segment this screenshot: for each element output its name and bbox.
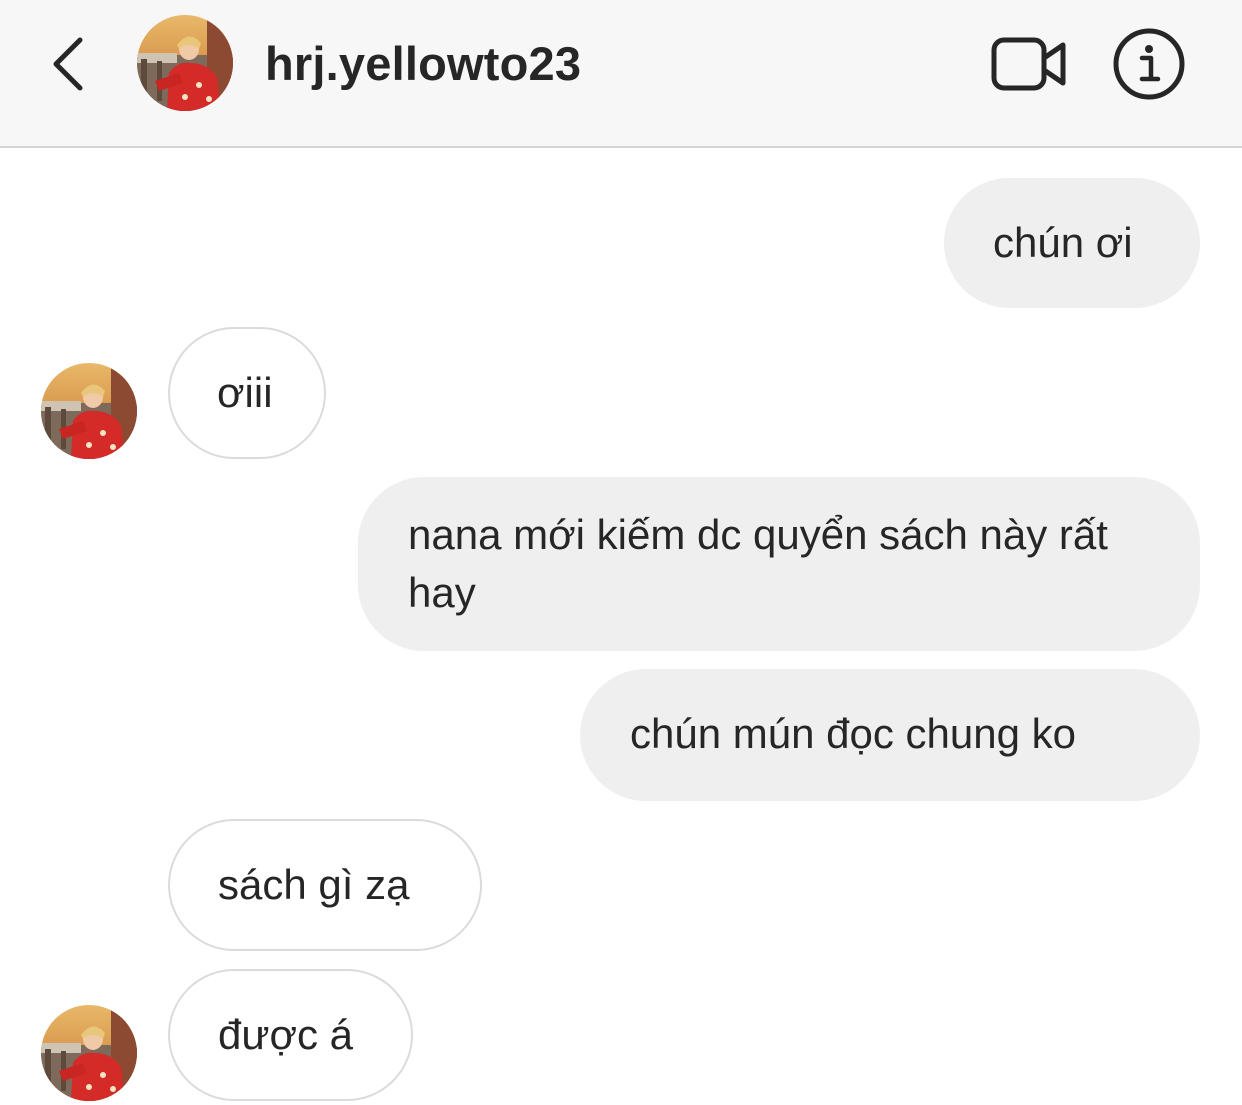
avatar[interactable] <box>137 15 233 111</box>
message-text: chún ơi <box>993 219 1133 266</box>
incoming-message-bubble[interactable]: ơiii <box>168 327 326 459</box>
message-text: ơiii <box>217 369 273 416</box>
video-camera-icon <box>991 37 1066 91</box>
message-text: sách gì zạ <box>218 861 410 908</box>
outgoing-message-bubble[interactable]: nana mới kiếm dc quyển sách này rất hay <box>358 477 1200 651</box>
sender-avatar[interactable] <box>41 363 137 459</box>
chevron-left-icon <box>53 37 83 91</box>
info-button[interactable] <box>1112 27 1186 101</box>
message-text: nana mới kiếm dc quyển sách này rất hay <box>408 511 1108 616</box>
outgoing-message-bubble[interactable]: chún mún đọc chung ko <box>580 669 1200 801</box>
chat-username[interactable]: hrj.yellowto23 <box>265 36 581 92</box>
incoming-message-bubble[interactable]: được á <box>168 969 413 1101</box>
incoming-message-bubble[interactable]: sách gì zạ <box>168 819 482 951</box>
chat-header: hrj.yellowto23 <box>0 0 1242 148</box>
video-call-button[interactable] <box>990 34 1068 94</box>
outgoing-message-bubble[interactable]: chún ơi <box>944 178 1200 308</box>
back-button[interactable] <box>40 28 100 98</box>
sender-avatar[interactable] <box>41 1005 137 1101</box>
info-icon <box>1113 28 1185 100</box>
message-text: được á <box>218 1011 354 1058</box>
message-text: chún mún đọc chung ko <box>630 710 1076 757</box>
